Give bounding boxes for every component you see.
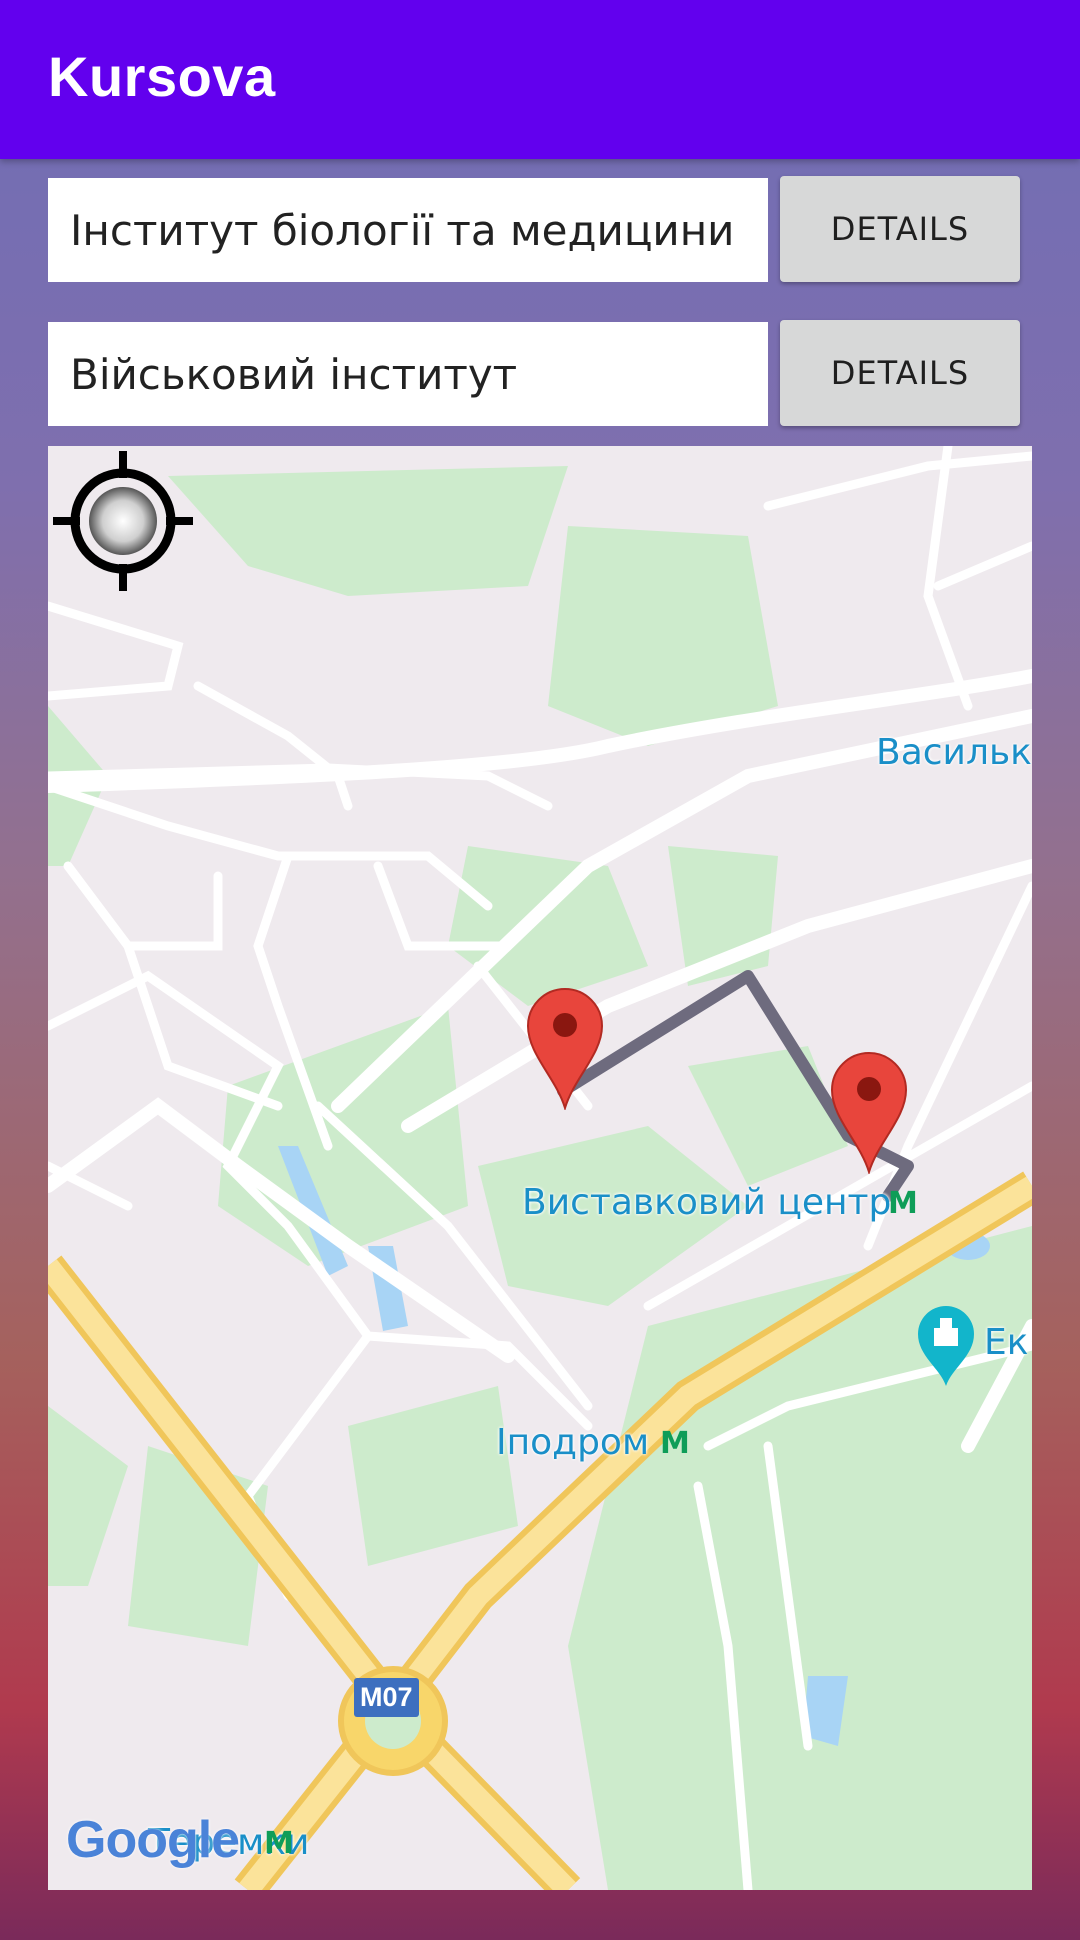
my-location-button[interactable]: [48, 446, 198, 596]
map-label-vystavkovyi-tsentr: Виставковий центр: [522, 1182, 892, 1223]
app-title: Kursova: [48, 45, 276, 108]
map-view[interactable]: Васильківська Виставковий центр M Іподро…: [48, 446, 1032, 1890]
destination-map-pin[interactable]: [830, 1050, 908, 1174]
origin-details-button[interactable]: DETAILS: [780, 176, 1020, 282]
destination-field[interactable]: Військовий інститут: [48, 322, 768, 426]
map-label-ekspo: Ек: [984, 1322, 1029, 1363]
google-logo: Google: [66, 1811, 240, 1869]
map-label-ipodrom: Іподром: [496, 1422, 650, 1463]
origin-field[interactable]: Інститут біології та медицини: [48, 178, 768, 282]
metro-icon: M: [660, 1426, 690, 1461]
metro-icon: M: [264, 1826, 294, 1861]
destination-details-button[interactable]: DETAILS: [780, 320, 1020, 426]
museum-icon: [918, 1306, 974, 1386]
metro-icon: M: [888, 1186, 918, 1221]
app-bar: Kursova: [0, 0, 1080, 159]
origin-map-pin[interactable]: [526, 986, 604, 1110]
map-label-vasylkivska: Васильківська: [876, 732, 1032, 773]
road-badge-m07: M07: [354, 1678, 419, 1717]
